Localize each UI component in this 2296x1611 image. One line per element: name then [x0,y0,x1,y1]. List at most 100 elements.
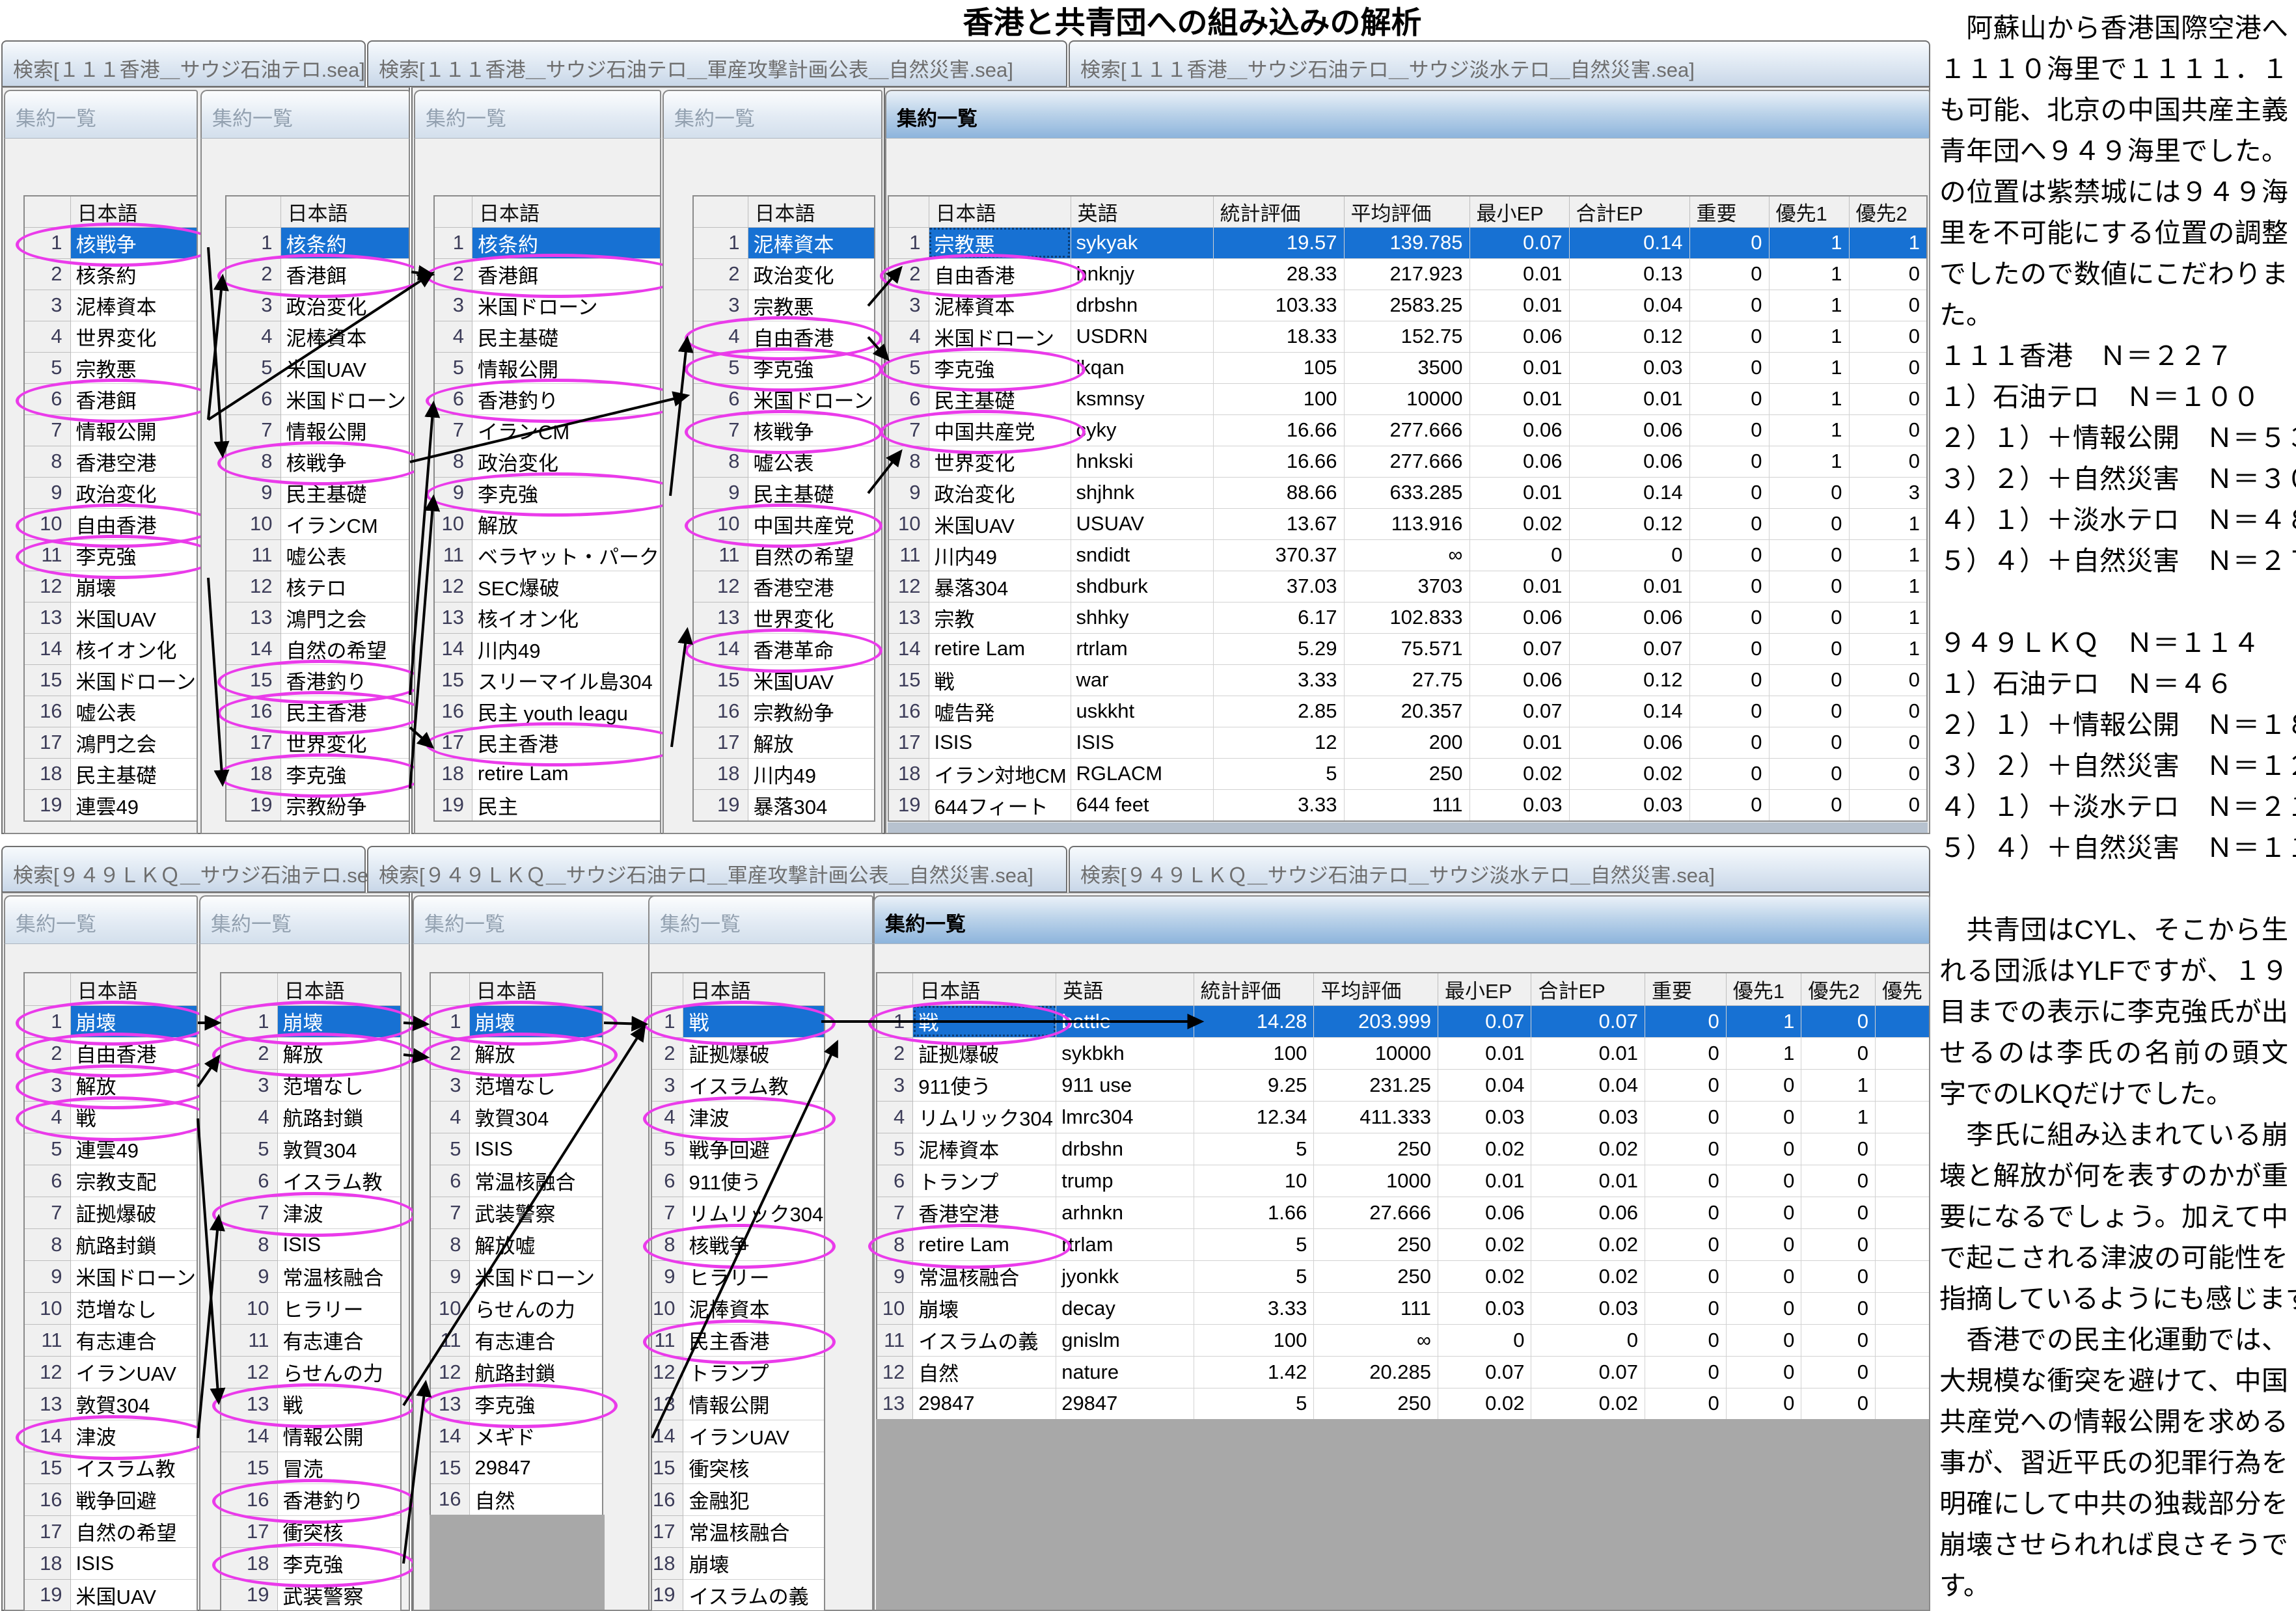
table-row[interactable]: 8世界変化hnkski16.66277.6660.060.06010 [888,446,1927,477]
table-row[interactable]: 19武装警察 [221,1579,401,1611]
window-titlebar-bottom-left[interactable]: 検索[９４９ＬＫＱ＿サウジ石油テロ.sea] [1,846,366,893]
table-row[interactable]: 11川内49sndidt370.37∞00001 [888,539,1927,571]
table-row[interactable]: 5李克強 [693,352,875,383]
table-row[interactable]: 15米国UAV [693,664,875,696]
table-row[interactable]: 8政治変化 [434,446,661,477]
table-row[interactable]: 2香港餌 [434,258,661,290]
table-row[interactable]: 4津波 [651,1101,825,1133]
table-row[interactable]: 19民主 [434,789,661,821]
table-row[interactable]: 14自然の希望 [226,633,409,664]
table-row[interactable]: 5宗教悪 [24,352,197,383]
tab-aggregate-list[interactable]: 集約一覧 [873,895,1930,943]
table-row[interactable]: 3泥棒資本 [24,290,197,321]
table-row[interactable]: 9民主基礎 [226,477,409,508]
table-row[interactable]: 9李克強 [434,477,661,508]
table-row[interactable]: 6宗教支配 [24,1165,197,1197]
table-row[interactable]: 10米国UAVUSUAV13.67113.9160.020.12001 [888,508,1927,539]
table-row[interactable]: 1崩壊 [430,1005,603,1037]
table-row[interactable]: 15イスラム教 [24,1452,197,1483]
table-row[interactable]: 18民主基礎 [24,758,197,789]
table-row[interactable]: 9政治変化 [24,477,197,508]
table-row[interactable]: 18イラン対地CMRGLACM52500.020.02000 [888,758,1927,789]
table-row[interactable]: 6米国ドローン [226,383,409,414]
table-row[interactable]: 15衝突核 [651,1452,825,1483]
table-row[interactable]: 12核テロ [226,571,409,602]
table-row[interactable]: 4敦賀304 [430,1101,603,1133]
window-titlebar-top-left[interactable]: 検索[１１１香港＿サウジ石油テロ.sea] [1,40,366,87]
table-row[interactable]: 14川内49 [434,633,661,664]
table-row[interactable]: 1宗教悪sykyak19.57139.7850.070.14011 [888,227,1927,258]
table-row[interactable]: 12イランUAV [24,1356,197,1388]
table-row[interactable]: 6イスラム教 [221,1165,401,1197]
tab-aggregate-list[interactable]: 集約一覧 [4,895,198,943]
table-row[interactable]: 19宗教紛争 [226,789,409,821]
table-row[interactable]: 4米国ドローンUSDRN18.33152.750.060.12010 [888,321,1927,352]
table-row[interactable]: 1核条約 [226,227,409,258]
horizontal-scrollbar[interactable] [888,822,1928,833]
table-row[interactable]: 1泥棒資本 [693,227,875,258]
table-row[interactable]: 3范増なし [430,1069,603,1101]
table-row[interactable]: 1崩壊 [221,1005,401,1037]
table-row[interactable]: 15スリーマイル島304 [434,664,661,696]
table-row[interactable]: 1529847 [430,1452,603,1483]
table-row[interactable]: 5ISIS [430,1133,603,1165]
table-row[interactable]: 1崩壊 [24,1005,197,1037]
table-row[interactable]: 6香港餌 [24,383,197,414]
table-row[interactable]: 9政治変化shjhnk88.66633.2850.010.14003 [888,477,1927,508]
window-titlebar-bottom-right[interactable]: 検索[９４９ＬＫＱ＿サウジ石油テロ＿サウジ淡水テロ＿自然災害.sea] [1069,846,1930,893]
table-row[interactable]: 5戦争回避 [651,1133,825,1165]
table-row[interactable]: 14香港革命 [693,633,875,664]
table-row[interactable]: 3政治変化 [226,290,409,321]
table-row[interactable]: 5李克強lkqan10535000.010.03010 [888,352,1927,383]
table-row[interactable]: 10中国共産党 [693,508,875,539]
table-row[interactable]: 7リムリック304 [651,1197,825,1228]
table-row[interactable]: 13米国UAV [24,602,197,633]
table-row[interactable]: 9常温核融合jyonkk52500.020.02000 [877,1260,1930,1292]
table-row[interactable]: 7情報公開 [24,414,197,446]
table-row[interactable]: 3宗教悪 [693,290,875,321]
table-row[interactable]: 10解放 [434,508,661,539]
tab-aggregate-list[interactable]: 集約一覧 [413,895,660,943]
table-row[interactable]: 17民主香港 [434,727,661,758]
table-row[interactable]: 9民主基礎 [693,477,875,508]
table-row[interactable]: 19イスラムの義 [651,1579,825,1611]
table-row[interactable]: 9ヒラリー [651,1260,825,1292]
table-row[interactable]: 11有志連合 [430,1324,603,1356]
table-row[interactable]: 2証拠爆破 [651,1037,825,1069]
tab-aggregate-list[interactable]: 集約一覧 [648,895,873,943]
table-row[interactable]: 3范増なし [221,1069,401,1101]
table-row[interactable]: 10崩壊decay3.331110.030.03000 [877,1292,1930,1324]
table-row[interactable]: 5泥棒資本drbshn52500.020.02000 [877,1133,1930,1165]
table-row[interactable]: 11有志連合 [24,1324,197,1356]
table-row[interactable]: 16嘘告発uskkht2.8520.3570.070.14000 [888,696,1927,727]
table-row[interactable]: 6米国ドローン [693,383,875,414]
table-row[interactable]: 14津波 [24,1420,197,1452]
table-row[interactable]: 17衝突核 [221,1515,401,1547]
table-row[interactable]: 14メギド [430,1420,603,1452]
table-row[interactable]: 16香港釣り [221,1483,401,1515]
table-row[interactable]: 17自然の希望 [24,1515,197,1547]
table-row[interactable]: 4民主基礎 [434,321,661,352]
tab-aggregate-list[interactable]: 集約一覧 [199,895,410,943]
table-row[interactable]: 12SEC爆破 [434,571,661,602]
table-row[interactable]: 12トランプ [651,1356,825,1388]
table-row[interactable]: 14イランUAV [651,1420,825,1452]
table-row[interactable]: 11嘘公表 [226,539,409,571]
table-row[interactable]: 17ISISISIS122000.010.06000 [888,727,1927,758]
table-row[interactable]: 1核戦争 [24,227,197,258]
table-row[interactable]: 4自由香港 [693,321,875,352]
table-row[interactable]: 7情報公開 [226,414,409,446]
table-row[interactable]: 8核戦争 [226,446,409,477]
table-row[interactable]: 13敦賀304 [24,1388,197,1420]
table-row[interactable]: 13世界変化 [693,602,875,633]
table-row[interactable]: 2核条約 [24,258,197,290]
table-row[interactable]: 11民主香港 [651,1324,825,1356]
table-row[interactable]: 7香港空港arhnkn1.6627.6660.060.06000 [877,1197,1930,1228]
table-row[interactable]: 13鴻門之会 [226,602,409,633]
table-row[interactable]: 15米国ドローン [24,664,197,696]
table-row[interactable]: 10イランCM [226,508,409,539]
table-row[interactable]: 11李克強 [24,539,197,571]
table-row[interactable]: 16戦争回避 [24,1483,197,1515]
table-row[interactable]: 12崩壊 [24,571,197,602]
table-row[interactable]: 5情報公開 [434,352,661,383]
